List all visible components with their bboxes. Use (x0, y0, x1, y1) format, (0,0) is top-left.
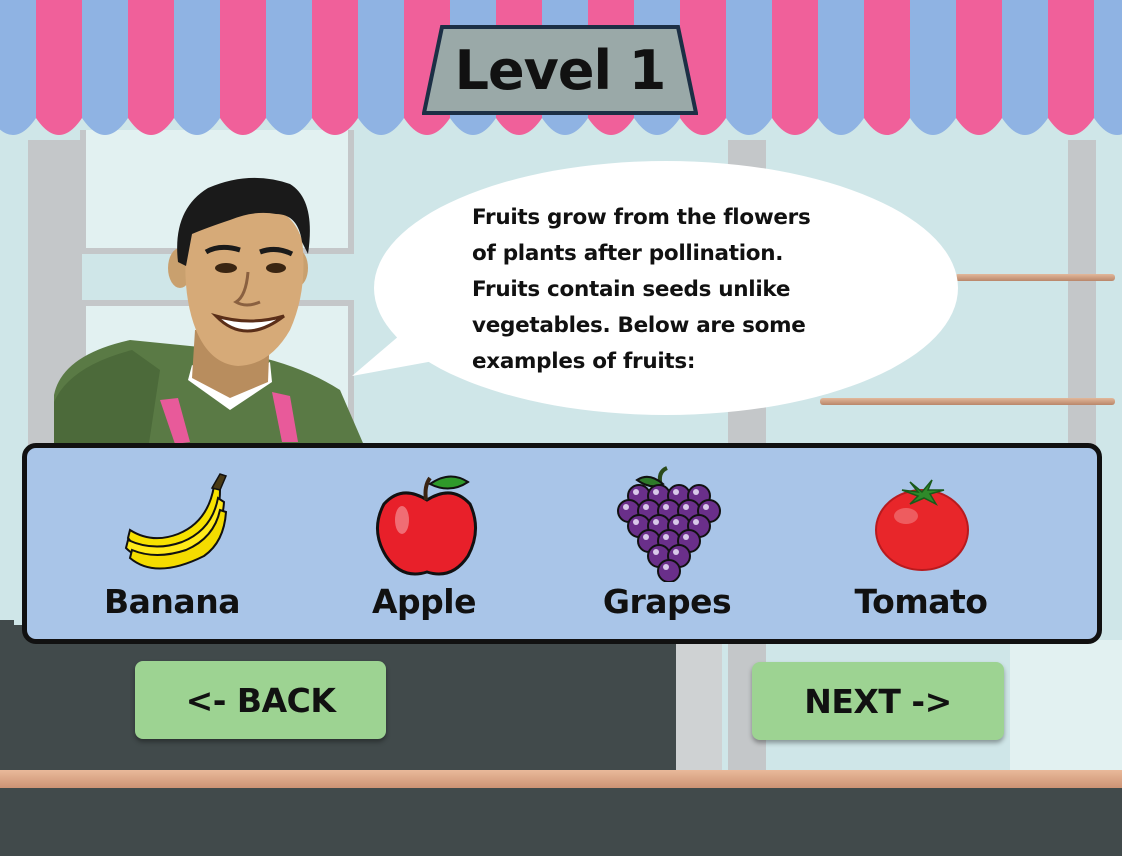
awning-stripe (82, 0, 128, 135)
grape-berry (657, 559, 681, 582)
tomato-icon (875, 479, 969, 571)
awning-stripe (1048, 0, 1094, 135)
fruit-label-apple: Apple (372, 582, 476, 621)
fruit-card-banana[interactable]: Banana (72, 446, 272, 636)
back-shelf-post-lower (676, 640, 722, 775)
grape-highlight (653, 489, 659, 495)
awning-stripe (0, 0, 36, 135)
speech-line: Fruits contain seeds unlike (472, 277, 791, 302)
fruit-label-tomato: Tomato (854, 582, 988, 621)
counter-top (0, 770, 1122, 790)
grape-highlight (673, 549, 679, 555)
awning-stripe (220, 0, 266, 135)
awning-stripe (864, 0, 910, 135)
fruit-card-tomato[interactable]: Tomato (821, 446, 1021, 636)
next-button[interactable]: NEXT -> (752, 662, 1004, 740)
game-scene: Level 1 Fruits grow from the flowers of … (0, 0, 1122, 856)
grapes-icon (617, 466, 721, 582)
grape-highlight (683, 534, 689, 540)
awning-stripe (128, 0, 174, 135)
fruit-card-apple[interactable]: Apple (324, 446, 524, 636)
fruit-label-grapes: Grapes (602, 582, 732, 621)
back-button[interactable]: <- BACK (135, 661, 386, 739)
shelf-board-upper (955, 274, 1115, 281)
grape-highlight (693, 519, 699, 525)
speech-bubble-text: Fruits grow from the flowers of plants a… (472, 200, 872, 380)
grape-highlight (643, 534, 649, 540)
fruit-card-grapes[interactable]: Grapes (567, 446, 767, 636)
grape-highlight (643, 504, 649, 510)
counter-left-edge (0, 620, 14, 640)
awning-stripe (174, 0, 220, 135)
awning-stripe (1094, 0, 1122, 135)
counter-front (0, 788, 1122, 856)
level-title: Level 1 (454, 38, 667, 102)
awning-stripe (1002, 0, 1048, 135)
banana-icon (124, 473, 228, 570)
speech-line: examples of fruits: (472, 349, 696, 374)
fruit-label-banana: Banana (104, 582, 240, 621)
grape-highlight (623, 504, 629, 510)
speech-line: Fruits grow from the flowers (472, 205, 811, 230)
awning-stripe (266, 0, 312, 135)
awning-stripe (312, 0, 358, 135)
awning-stripe (818, 0, 864, 135)
grape-highlight (673, 519, 679, 525)
speech-line: of plants after pollination. (472, 241, 784, 266)
back-shelf-post-right-lower (1010, 640, 1122, 775)
apple-icon (376, 475, 477, 576)
grape-highlight (633, 519, 639, 525)
speech-line: vegetables. Below are some (472, 313, 806, 338)
grape-highlight (673, 489, 679, 495)
grape-highlight (703, 504, 709, 510)
grape-highlight (633, 489, 639, 495)
grape-highlight (663, 564, 669, 570)
shopkeeper-character (54, 177, 366, 450)
awning-stripe (726, 0, 772, 135)
grape-highlight (653, 519, 659, 525)
grape-highlight (683, 504, 689, 510)
grape-highlight (663, 504, 669, 510)
awning-stripe (358, 0, 404, 135)
grape-highlight (653, 549, 659, 555)
awning-stripe (772, 0, 818, 135)
awning-stripe (910, 0, 956, 135)
fruit-examples-panel: Banana Apple Grapes Tomato (22, 443, 1102, 644)
awning-stripe (36, 0, 82, 135)
grape-highlight (663, 534, 669, 540)
awning-stripe (956, 0, 1002, 135)
grape-highlight (693, 489, 699, 495)
